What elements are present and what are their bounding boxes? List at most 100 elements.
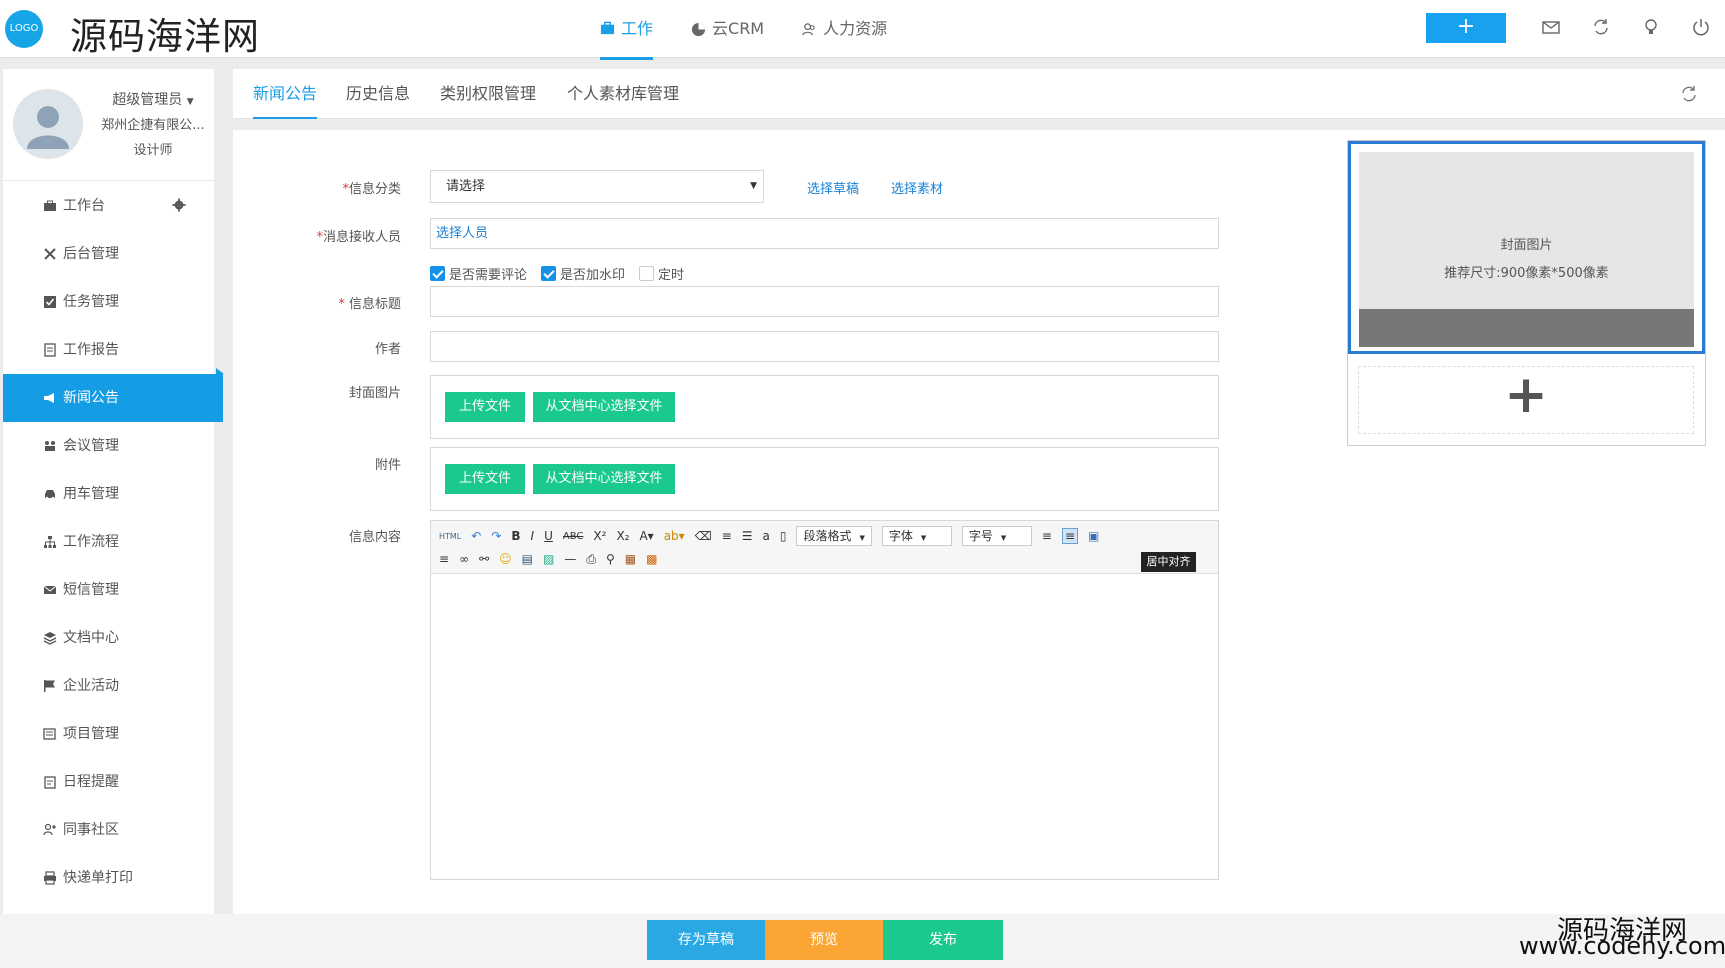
timing-checkbox[interactable]: 定时 xyxy=(639,264,684,283)
subscript-icon[interactable]: X₂ xyxy=(616,529,629,543)
paragraph-format-select[interactable]: 段落格式 ▼ xyxy=(796,526,872,546)
align-right-icon[interactable]: ≡ xyxy=(439,552,449,566)
comment-checkbox[interactable]: 是否需要评论 xyxy=(430,264,527,283)
bold-icon[interactable]: B xyxy=(511,529,520,543)
sidebar-item-vehicles[interactable]: 用车管理 xyxy=(3,470,214,518)
attach-from-doc-button[interactable]: 从文档中心选择文件 xyxy=(533,464,675,494)
media-icon[interactable]: ▩ xyxy=(646,552,657,566)
align-left-icon[interactable]: ≡ xyxy=(1042,529,1052,543)
tab-history[interactable]: 历史信息 xyxy=(346,69,410,119)
link-icon[interactable]: ∞ xyxy=(459,552,469,566)
tab-personal-materials[interactable]: 个人素材库管理 xyxy=(567,69,679,119)
emoticon-icon[interactable]: ☺ xyxy=(499,552,512,566)
sidebar-item-reports[interactable]: 工作报告 xyxy=(3,326,214,374)
nav-work[interactable]: 工作 xyxy=(600,0,654,60)
rich-text-editor[interactable]: HTML ↶ ↷ B I U ABC X² X₂ A▾ ab▾ ⌫ ≡ ☰ a … xyxy=(430,520,1219,880)
sync-icon[interactable] xyxy=(1591,17,1613,39)
tab-news[interactable]: 新闻公告 xyxy=(253,69,318,119)
sidebar-item-activities[interactable]: 企业活动 xyxy=(3,662,214,710)
sidebar-item-workflow[interactable]: 工作流程 xyxy=(3,518,214,566)
layers-icon xyxy=(43,632,57,645)
sidebar-item-sms[interactable]: 短信管理 xyxy=(3,566,214,614)
category-select[interactable]: 请选择 ▼ xyxy=(430,170,764,203)
category-label: *信息分类 xyxy=(233,178,401,197)
avatar[interactable] xyxy=(13,89,83,159)
unordered-list-icon[interactable]: ☰ xyxy=(742,529,753,543)
publish-button[interactable]: 发布 xyxy=(883,920,1003,960)
anchor-icon[interactable]: a xyxy=(763,529,770,543)
user-name[interactable]: 超级管理员 ▼ xyxy=(93,89,213,109)
tab-category-permissions[interactable]: 类别权限管理 xyxy=(440,69,536,119)
watermark-checkbox[interactable]: 是否加水印 xyxy=(541,264,625,283)
sidebar-item-projects[interactable]: 项目管理 xyxy=(3,710,214,758)
sidebar-item-community[interactable]: 同事社区 xyxy=(3,806,214,854)
cover-title: 封面图片 xyxy=(1500,238,1553,253)
superscript-icon[interactable]: X² xyxy=(593,529,606,543)
nav-hr[interactable]: 人力资源 xyxy=(802,0,887,58)
megaphone-icon xyxy=(44,393,54,403)
font-size-select[interactable]: 字号 ▼ xyxy=(961,526,1032,546)
font-size-label: 字号 xyxy=(968,529,993,543)
cover-upload-button[interactable]: 上传文件 xyxy=(445,392,525,422)
italic-icon[interactable]: I xyxy=(531,529,535,543)
save-draft-button[interactable]: 存为草稿 xyxy=(647,920,765,960)
horizontal-rule-icon[interactable]: — xyxy=(564,552,576,566)
sidebar-item-label: 任务管理 xyxy=(63,294,119,310)
users-icon xyxy=(802,22,815,35)
refresh-icon[interactable] xyxy=(1679,84,1699,104)
sidebar-item-express-print[interactable]: 快递单打印 xyxy=(3,854,214,902)
highlight-icon[interactable]: ab▾ xyxy=(664,529,685,543)
unlink-icon[interactable]: ⚯ xyxy=(479,552,489,566)
pie-chart-icon xyxy=(691,22,706,36)
print-icon[interactable]: ⎙ xyxy=(586,552,596,567)
sidebar-item-tasks[interactable]: 任务管理 xyxy=(3,278,214,326)
receiver-field[interactable]: 选择人员 xyxy=(430,218,1219,249)
main-nav: 工作 云CRM 人力资源 xyxy=(600,0,925,60)
ordered-list-icon[interactable]: ≡ xyxy=(722,529,732,543)
cover-label: 封面图片 xyxy=(348,386,401,401)
paste-icon[interactable]: ▦ xyxy=(625,552,636,566)
preview-icon[interactable]: ⚲ xyxy=(606,552,615,566)
add-button[interactable]: + xyxy=(1426,13,1506,43)
sidebar-item-backend[interactable]: 后台管理 xyxy=(3,230,214,278)
underline-icon[interactable]: U xyxy=(544,529,553,543)
eraser-icon[interactable]: ⌫ xyxy=(695,529,712,543)
cover-preview-selected[interactable]: 封面图片 推荐尺寸:900像素*500像素 xyxy=(1348,141,1705,354)
sidebar-item-meetings[interactable]: 会议管理 xyxy=(3,422,214,470)
toolbar-row-2: ≡ ∞ ⚯ ☺ ▤ ▨ — ⎙ ⚲ ▦ ▩ xyxy=(439,549,657,569)
strikethrough-icon[interactable]: ABC xyxy=(563,531,584,542)
preview-button[interactable]: 预览 xyxy=(765,920,883,960)
sidebar-item-news[interactable]: 新闻公告 xyxy=(3,368,224,422)
add-article-button[interactable]: + xyxy=(1358,366,1694,434)
font-select[interactable]: 字体 ▼ xyxy=(881,526,952,546)
cover-from-doc-button[interactable]: 从文档中心选择文件 xyxy=(533,392,675,422)
choose-draft-link[interactable]: 选择草稿 xyxy=(807,178,859,197)
gear-icon[interactable] xyxy=(172,198,186,212)
project-icon xyxy=(43,728,56,740)
nav-crm[interactable]: 云CRM xyxy=(691,0,764,58)
attach-upload-button[interactable]: 上传文件 xyxy=(445,464,525,494)
html-source-icon[interactable]: HTML xyxy=(439,532,461,541)
nav-work-label: 工作 xyxy=(621,18,654,38)
top-bar: LOGO 源码海洋网 工作 云CRM 人力资源 + xyxy=(0,0,1725,60)
redo-icon[interactable]: ↷ xyxy=(491,529,501,543)
sidebar-item-schedule[interactable]: 日程提醒 xyxy=(3,758,214,806)
font-color-icon[interactable]: A▾ xyxy=(639,529,653,543)
editor-toolbar: HTML ↶ ↷ B I U ABC X² X₂ A▾ ab▾ ⌫ ≡ ☰ a … xyxy=(431,521,1218,574)
author-field[interactable] xyxy=(430,331,1219,362)
title-field[interactable] xyxy=(430,286,1219,317)
page-icon[interactable]: ▯ xyxy=(780,529,787,543)
author-label: 作者 xyxy=(374,342,401,357)
lightbulb-icon[interactable] xyxy=(1641,17,1663,39)
undo-icon[interactable]: ↶ xyxy=(471,529,481,543)
choose-material-link[interactable]: 选择素材 xyxy=(891,178,943,197)
fullscreen-icon[interactable]: ▣ xyxy=(1088,529,1099,543)
mail-icon[interactable] xyxy=(1541,17,1563,39)
sidebar-item-documents[interactable]: 文档中心 xyxy=(3,614,214,662)
image-icon[interactable]: ▨ xyxy=(543,552,554,566)
user-name-text: 超级管理员 xyxy=(112,92,183,108)
power-icon[interactable] xyxy=(1691,17,1713,39)
video-icon[interactable]: ▤ xyxy=(522,552,533,566)
sidebar-item-workbench[interactable]: 工作台 xyxy=(3,182,214,230)
align-center-icon[interactable]: ≡ xyxy=(1061,528,1078,544)
